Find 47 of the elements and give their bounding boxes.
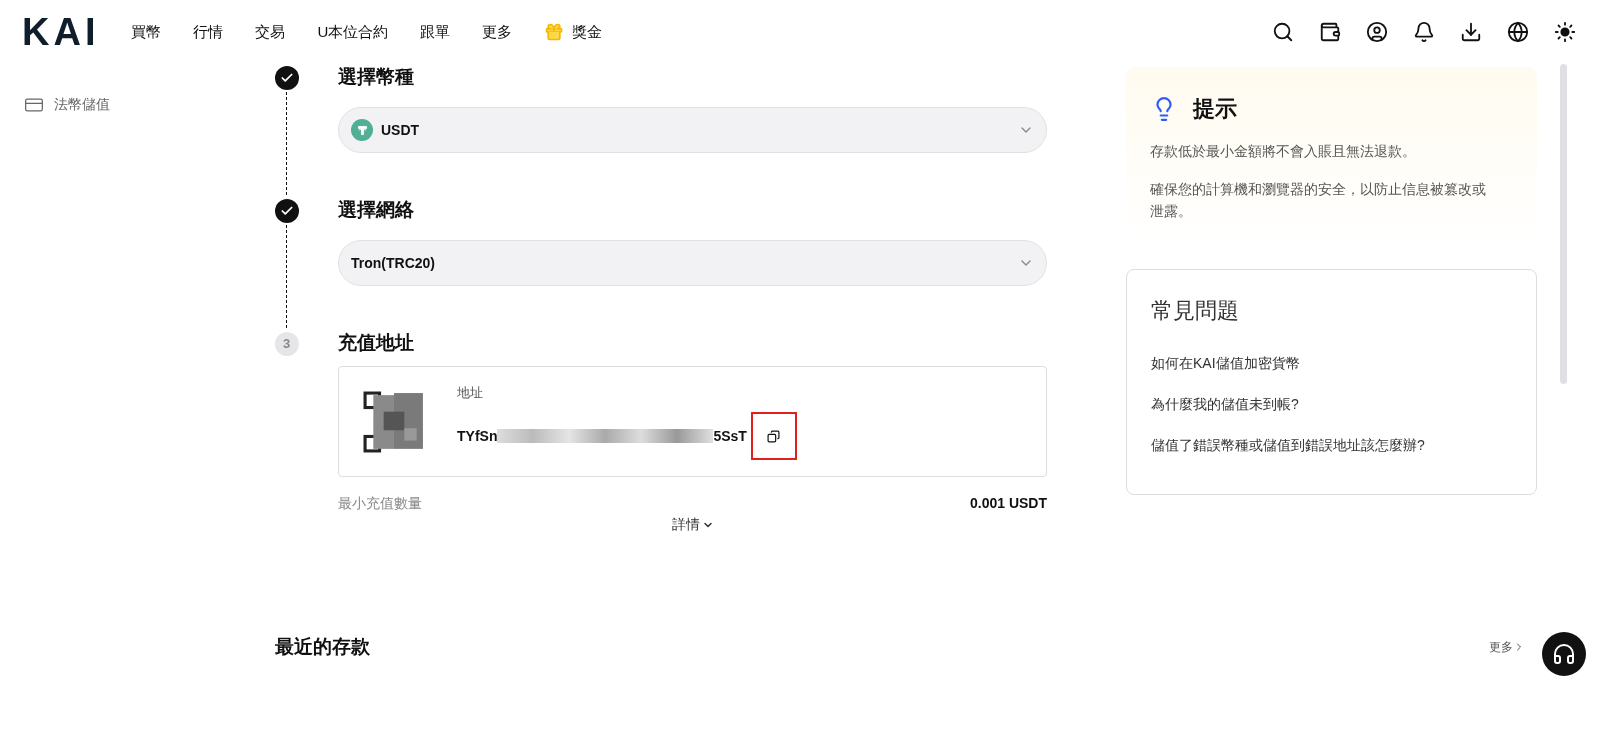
nav-link[interactable]: 交易: [255, 20, 286, 44]
check-icon: [274, 66, 299, 90]
faq-link[interactable]: 如何在KAI儲值加密貨幣: [1151, 353, 1512, 374]
nav-link[interactable]: 更多: [482, 20, 513, 44]
step-title: 充值地址: [338, 331, 415, 355]
min-deposit-value: 0.001 USDT: [969, 494, 1047, 513]
search-icon[interactable]: [1272, 21, 1294, 43]
step-title: 選擇幣種: [338, 65, 415, 89]
faq-link[interactable]: 儲值了錯誤幣種或儲值到錯誤地址該怎麼辦?: [1151, 435, 1512, 456]
copy-button[interactable]: [750, 412, 797, 461]
address-label: 地址: [457, 383, 484, 402]
copy-icon: [767, 429, 781, 443]
select-field[interactable]: Tron(TRC20): [338, 240, 1047, 286]
scrollbar[interactable]: [1560, 64, 1567, 384]
faq-title: 常見問題: [1151, 297, 1240, 325]
section-title: 最近的存款: [275, 635, 370, 659]
bell-icon[interactable]: [1413, 21, 1435, 43]
select-field[interactable]: USDT: [338, 107, 1047, 153]
address-text: 5SsT: [713, 426, 747, 446]
headset-icon: [1552, 642, 1576, 666]
details-link[interactable]: 詳情: [671, 514, 714, 535]
wallet-icon[interactable]: [1319, 21, 1341, 43]
more-link[interactable]: 更多: [1489, 638, 1525, 657]
faq-link[interactable]: 為什麼我的儲值未到帳?: [1151, 394, 1512, 415]
nav-link[interactable]: 跟單: [420, 20, 451, 44]
tip-text: 確保您的計算機和瀏覽器的安全，以防止信息被篡改或泄露。: [1150, 181, 1487, 221]
check-icon: [274, 199, 299, 223]
download-icon[interactable]: [1460, 21, 1482, 43]
nav-link[interactable]: 獎金: [544, 20, 603, 44]
sidebar-item[interactable]: 法幣儲值: [54, 94, 110, 115]
address-text: TYfSn: [457, 426, 498, 446]
min-deposit-label: 最小充值數量: [338, 494, 422, 513]
qr-code: [363, 390, 425, 453]
step-number: 3: [274, 332, 299, 356]
logo[interactable]: KAI: [22, 13, 100, 51]
nav-link[interactable]: U本位合約: [317, 20, 389, 44]
globe-icon[interactable]: [1507, 21, 1529, 43]
support-button[interactable]: [1542, 632, 1586, 676]
nav-link[interactable]: 買幣: [131, 20, 162, 44]
nav-link[interactable]: 行情: [193, 20, 224, 44]
step-title: 選擇網絡: [338, 198, 415, 222]
tip-text: 存款低於最小金額將不會入賬且無法退款。: [1150, 143, 1417, 161]
tips-title: 提示: [1193, 95, 1237, 123]
user-icon[interactable]: [1366, 21, 1388, 43]
gift-icon: [544, 22, 565, 42]
coin-icon: [351, 119, 373, 141]
sun-icon[interactable]: [1554, 21, 1576, 43]
